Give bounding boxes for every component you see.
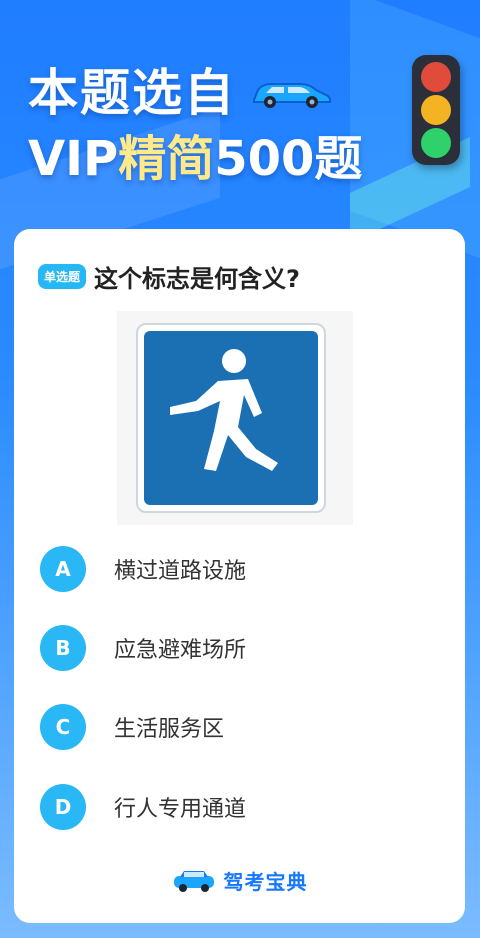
sign-image [117,311,353,525]
car-icon [253,83,331,108]
option-d-text: 行人专用通道 [114,797,247,822]
option-b[interactable]: B 应急避难场所 [40,623,246,673]
brand-logo: 驾考宝典 [14,866,465,895]
pedestrian-sign-icon [144,331,318,505]
question-type-badge: 单选题 [38,264,87,289]
option-a-letter: A [40,546,86,592]
headline-vip: VIP [28,131,119,187]
option-a[interactable]: A 横过道路设施 [40,544,246,594]
pedestrian-sign [136,323,326,513]
headline-line1: 本题选自 [28,62,362,124]
traffic-light-icon [412,55,460,165]
question-header: 单选题 这个标志是何含义? [38,259,300,294]
option-c-text: 生活服务区 [114,717,225,742]
option-c-letter: C [40,704,86,750]
option-b-letter: B [40,625,86,671]
car-icon [173,870,214,892]
question-card: 单选题 这个标志是何含义? A 横过道路设施 B 应急避难场所 C 生活服务区 … [14,229,465,923]
option-d-letter: D [40,784,86,830]
headline-accent: 精简 [118,131,215,187]
option-a-text: 横过道路设施 [114,559,247,584]
brand-name: 驾考宝典 [223,870,308,894]
headline-line1-text: 本题选自 [28,64,236,122]
headline: 本题选自 VIP精简500题 [28,62,362,190]
headline-line2: VIP精简500题 [28,128,362,190]
option-c[interactable]: C 生活服务区 [40,702,224,752]
option-b-text: 应急避难场所 [114,638,247,663]
option-d[interactable]: D 行人专用通道 [40,782,246,832]
question-text: 这个标志是何含义? [94,265,300,293]
headline-count: 500题 [214,131,363,187]
